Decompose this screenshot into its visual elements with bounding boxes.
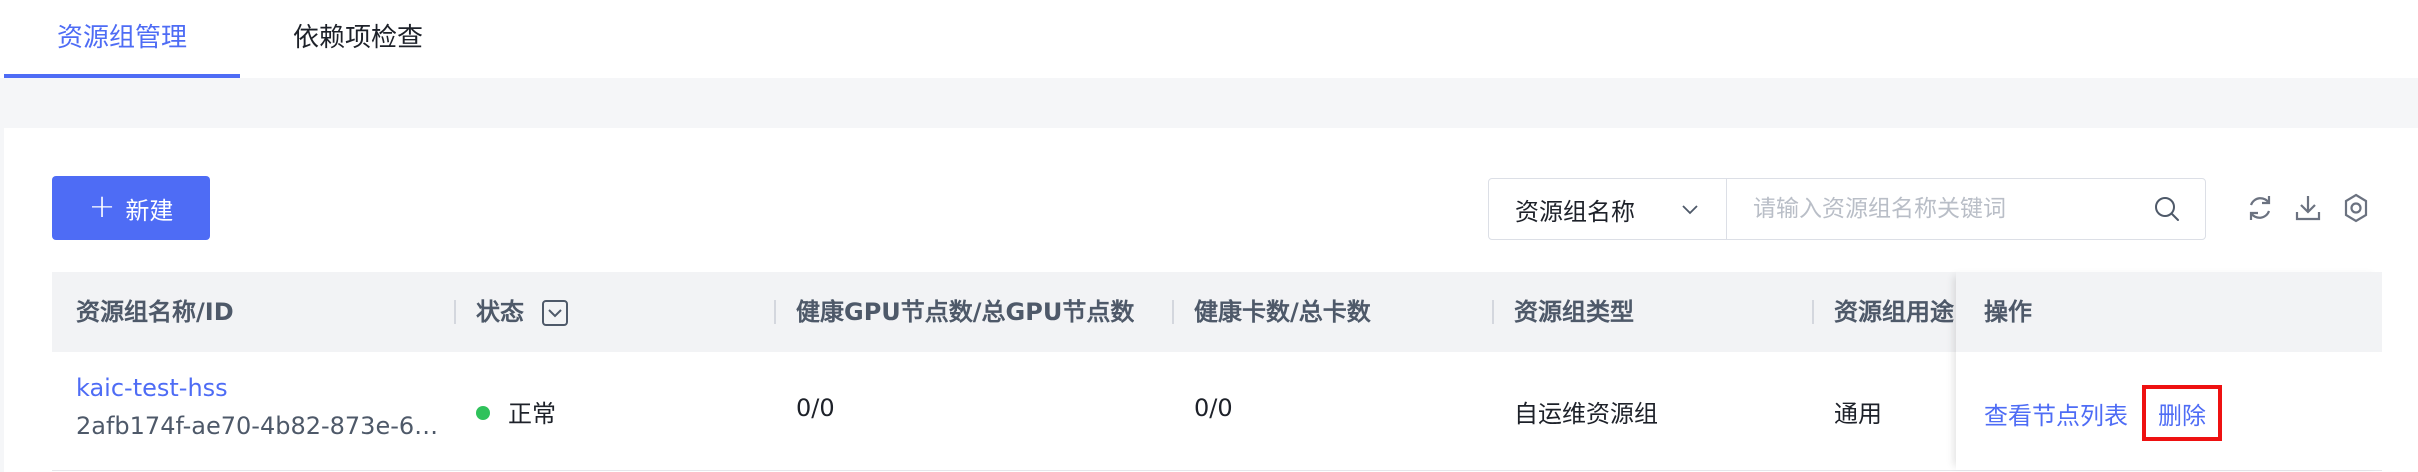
header-type: 资源组类型: [1514, 298, 1634, 326]
header-healthy-gpu-nodes: 健康GPU节点数/总GPU节点数: [796, 298, 1135, 326]
type-cell: 自运维资源组: [1514, 400, 1658, 428]
tab-dependency-check[interactable]: 依赖项检查: [250, 0, 466, 78]
plus-icon: +: [88, 187, 116, 225]
status-text: 正常: [508, 400, 556, 428]
column-divider: [454, 300, 456, 324]
refresh-icon[interactable]: [2244, 192, 2276, 224]
resource-group-id: 2afb174f-ae70-4b82-873e-6…: [76, 412, 439, 440]
settings-icon[interactable]: [2340, 192, 2372, 224]
tab-resource-group-management[interactable]: 资源组管理: [4, 0, 240, 78]
resource-group-table: 资源组名称/ID 状态 健康GPU节点数/总GPU节点数 健康卡数/总卡数 资源…: [52, 272, 2382, 471]
usage-cell: 通用: [1834, 400, 1882, 428]
header-usage: 资源组用途: [1834, 298, 1954, 326]
search-field-select[interactable]: 资源组名称: [1489, 179, 1727, 239]
search-icon[interactable]: [2153, 195, 2181, 223]
chevron-down-icon: [1682, 205, 1698, 215]
header-status: 状态: [476, 298, 524, 326]
delete-link[interactable]: 删除: [2142, 385, 2222, 441]
search-input-wrap: [1727, 179, 2205, 239]
resource-group-name-link[interactable]: kaic-test-hss: [76, 374, 228, 402]
search-bar: 资源组名称: [1488, 178, 2206, 240]
new-button[interactable]: + 新建: [52, 176, 210, 240]
healthy-gpu-nodes-cell: 0/0: [796, 394, 835, 422]
header-name-id: 资源组名称/ID: [76, 298, 234, 326]
new-button-label: 新建: [125, 196, 174, 225]
column-divider: [1492, 300, 1494, 324]
search-input[interactable]: [1751, 195, 2153, 223]
status-cell: 正常: [476, 394, 556, 429]
column-divider: [774, 300, 776, 324]
filter-dropdown-icon[interactable]: [542, 300, 568, 326]
download-icon[interactable]: [2292, 192, 2324, 224]
healthy-cards-cell: 0/0: [1194, 394, 1233, 422]
status-dot-icon: [476, 406, 490, 420]
header-healthy-cards: 健康卡数/总卡数: [1194, 298, 1371, 326]
search-field-label: 资源组名称: [1515, 197, 1635, 226]
column-divider: [1812, 300, 1814, 324]
column-divider: [1172, 300, 1174, 324]
tab-bar: 资源组管理 依赖项检查: [0, 0, 2418, 78]
